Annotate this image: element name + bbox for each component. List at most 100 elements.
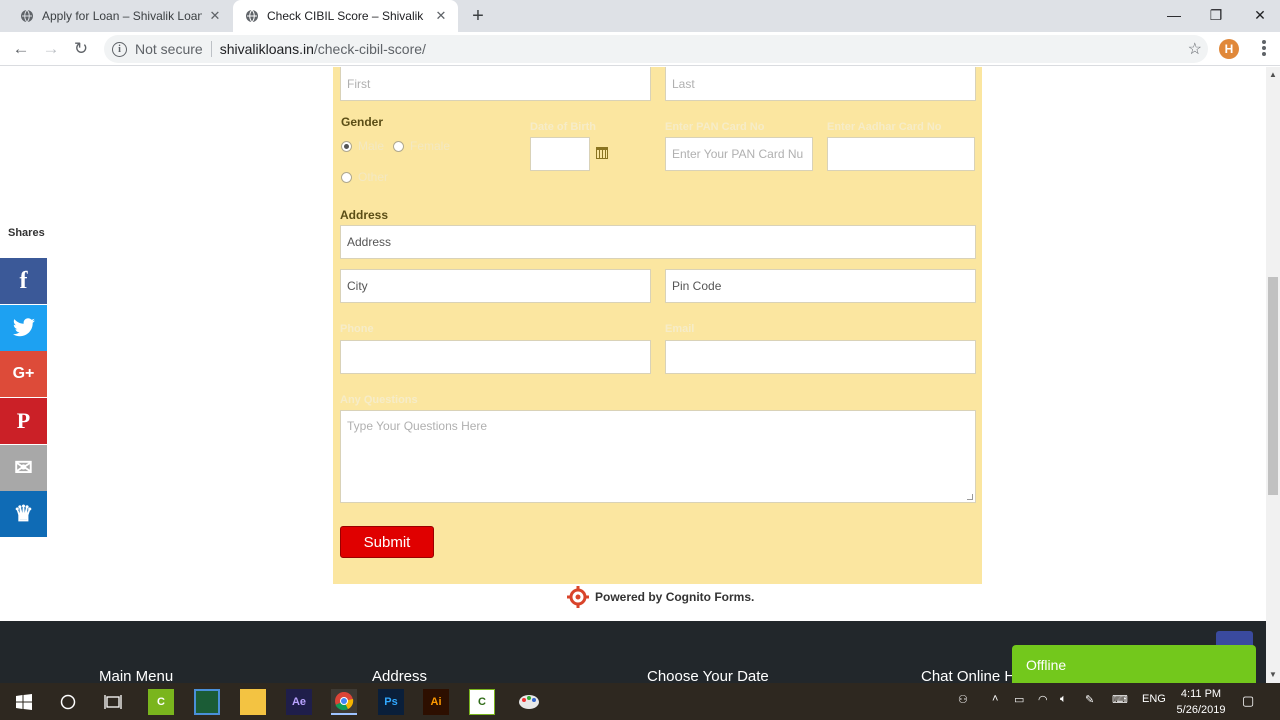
first-name-field[interactable]: First [340, 67, 651, 101]
first-name-placeholder: First [347, 76, 371, 91]
paint-app-icon[interactable] [516, 689, 542, 715]
gender-label: Gender [341, 115, 384, 129]
forward-arrow-icon[interactable]: → [40, 38, 62, 60]
cognito-logo-icon [567, 586, 589, 608]
scroll-up-icon[interactable]: ▲ [1269, 70, 1277, 79]
gender-male-radio[interactable]: Male [341, 139, 384, 153]
questions-label: Any Questions [340, 394, 418, 406]
battery-icon[interactable]: ▭ [1014, 693, 1024, 706]
facebook-icon: f [19, 267, 28, 294]
questions-textarea[interactable]: Type Your Questions Here [340, 410, 976, 503]
cibil-score-form: First Last Gender Male Female Other Date… [333, 67, 982, 584]
scroll-down-icon[interactable]: ▼ [1269, 670, 1277, 679]
footer-main-menu-heading: Main Menu [99, 668, 174, 683]
bookmark-star-icon[interactable]: ☆ [1188, 39, 1202, 59]
taskbar-clock[interactable]: 4:11 PM 5/26/2019 [1168, 686, 1234, 718]
profile-avatar[interactable]: H [1219, 39, 1239, 59]
email-field[interactable] [665, 340, 976, 374]
twitter-share-button[interactable] [0, 305, 47, 351]
envelope-icon: ✉ [14, 455, 33, 480]
globe-icon [20, 9, 34, 23]
keyboard-icon[interactable]: ⌨ [1112, 693, 1128, 706]
windows-start-icon[interactable] [11, 689, 37, 715]
language-indicator[interactable]: ENG [1142, 693, 1166, 705]
restore-button[interactable]: ❐ [1194, 0, 1238, 30]
twitter-icon [12, 318, 35, 337]
back-arrow-icon[interactable]: ← [10, 38, 32, 60]
file-explorer-icon[interactable] [240, 689, 266, 715]
pan-label: Enter PAN Card No [665, 121, 765, 133]
powered-by-cognito[interactable]: Powered by Cognito Forms. [567, 585, 754, 609]
chat-offline-widget[interactable]: Offline [1012, 645, 1256, 683]
city-placeholder: City [347, 279, 368, 293]
page-scrollbar[interactable]: ▲ ▼ [1266, 67, 1280, 683]
pincode-field[interactable]: Pin Code [665, 269, 976, 303]
radio-label: Male [358, 139, 385, 153]
address-field[interactable]: Address [340, 225, 976, 259]
gender-female-radio[interactable]: Female [393, 139, 450, 153]
sumo-share-button[interactable]: ♛ [0, 491, 47, 537]
minimize-button[interactable]: — [1152, 0, 1196, 30]
scrollbar-thumb[interactable] [1268, 277, 1278, 495]
task-view-icon[interactable] [100, 689, 126, 715]
reload-icon[interactable]: ↻ [70, 38, 92, 60]
pen-icon[interactable]: ✎ [1085, 693, 1094, 706]
photoshop-icon[interactable]: Ps [378, 689, 404, 715]
url-path: /check-cibil-score/ [313, 41, 426, 57]
footer-choose-date-heading: Choose Your Date [647, 668, 769, 683]
close-tab-icon[interactable]: ✕ [208, 9, 222, 23]
gender-other-radio[interactable]: Other [341, 170, 388, 184]
url-domain: shivalikloans.in [219, 41, 314, 57]
radio-label: Other [358, 170, 389, 184]
wifi-icon[interactable]: ◠ [1038, 693, 1048, 706]
info-icon[interactable]: i [112, 41, 127, 57]
footer-chat-heading: Chat Online H [921, 668, 1016, 683]
phone-field[interactable] [340, 340, 651, 374]
display-app-icon[interactable] [194, 689, 220, 715]
crown-icon: ♛ [13, 501, 34, 526]
aadhar-field[interactable] [827, 137, 975, 171]
chevron-up-icon[interactable]: ˄ [992, 693, 998, 705]
radio-dot [341, 171, 352, 183]
last-name-placeholder: Last [672, 76, 695, 91]
address-placeholder: Address [347, 235, 392, 249]
google-plus-share-button[interactable]: G+ [0, 351, 47, 397]
chrome-app-icon[interactable] [331, 689, 357, 715]
close-window-button[interactable]: ✕ [1238, 0, 1280, 30]
clock-time: 4:11 PM [1180, 688, 1222, 700]
volume-icon[interactable]: 🔈︎ [1060, 693, 1067, 706]
address-label: Address [340, 208, 389, 222]
resize-handle-icon[interactable] [967, 494, 973, 500]
people-icon[interactable]: ⚇ [958, 693, 968, 706]
menu-kebab-icon[interactable] [1262, 40, 1266, 56]
tab-check-cibil-score[interactable]: Check CIBIL Score – Shivalik Loans ✕ [233, 0, 458, 32]
google-plus-icon: G+ [12, 365, 35, 382]
radio-dot [393, 140, 404, 152]
clock-date: 5/26/2019 [1176, 704, 1226, 716]
close-tab-icon[interactable]: ✕ [434, 9, 448, 23]
radio-label: Female [410, 139, 451, 153]
tab-apply-for-loan[interactable]: Apply for Loan – Shivalik Loans ✕ [0, 0, 232, 32]
cortana-search-icon[interactable] [55, 689, 81, 715]
pincode-placeholder: Pin Code [672, 279, 722, 293]
camtasia-app-icon[interactable]: C [148, 689, 174, 715]
new-tab-button[interactable]: + [468, 6, 488, 26]
address-bar[interactable]: i Not secure shivalikloans.in/check-cibi… [104, 35, 1208, 63]
phone-label: Phone [340, 323, 374, 335]
last-name-field[interactable]: Last [665, 67, 976, 101]
city-field[interactable]: City [340, 269, 651, 303]
submit-button[interactable]: Submit [340, 526, 434, 558]
calendar-icon[interactable] [596, 147, 608, 159]
tab-title: Check CIBIL Score – Shivalik Loans [267, 9, 427, 23]
email-share-button[interactable]: ✉ [0, 445, 47, 491]
after-effects-icon[interactable]: Ae [286, 689, 312, 715]
illustrator-icon[interactable]: Ai [423, 689, 449, 715]
dob-field[interactable] [530, 137, 590, 171]
tab-strip: Apply for Loan – Shivalik Loans ✕ Check … [0, 0, 1280, 32]
pan-field[interactable]: Enter Your PAN Card Nu [665, 137, 813, 171]
pinterest-share-button[interactable]: P [0, 398, 47, 444]
notifications-icon[interactable]: ▢ [1242, 693, 1254, 709]
globe-icon [245, 9, 259, 23]
facebook-share-button[interactable]: f [0, 258, 47, 304]
camtasia-recorder-icon[interactable]: C [469, 689, 495, 715]
